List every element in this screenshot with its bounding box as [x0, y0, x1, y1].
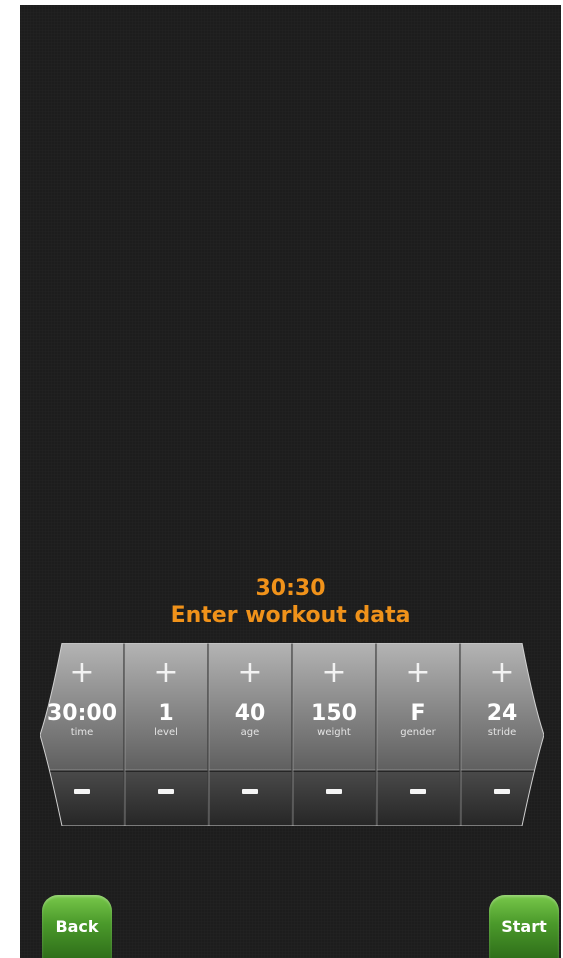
minus-icon	[242, 788, 258, 794]
stride-decrement-button[interactable]	[460, 771, 544, 811]
plus-icon: +	[69, 654, 95, 690]
stride-value: 24	[486, 701, 518, 726]
level-decrement-button[interactable]	[124, 771, 208, 811]
field-gender: + F gender	[376, 643, 460, 826]
field-stride: + 24 stride	[460, 643, 544, 826]
plus-icon: +	[321, 654, 347, 690]
stride-label: stride	[487, 727, 517, 738]
age-increment-button[interactable]: +	[208, 651, 292, 693]
gender-decrement-button[interactable]	[376, 771, 460, 811]
field-age: + 40 age	[208, 643, 292, 826]
weight-decrement-button[interactable]	[292, 771, 376, 811]
minus-icon	[410, 788, 426, 794]
level-value: 1	[158, 701, 174, 726]
field-time: + 30:00 time	[40, 643, 124, 826]
elapsed-time: 30:30	[255, 576, 326, 601]
gender-value: F	[410, 701, 426, 726]
workout-screen: 30:30 Enter workout data + 30:00 time + …	[20, 5, 561, 958]
start-button[interactable]: Start	[489, 895, 559, 958]
weight-increment-button[interactable]: +	[292, 651, 376, 693]
plus-icon: +	[153, 654, 179, 690]
field-columns: + 30:00 time + 1 level + 40 age + 150 we…	[40, 643, 544, 826]
level-label: level	[154, 727, 178, 738]
weight-value: 150	[311, 701, 357, 726]
level-increment-button[interactable]: +	[124, 651, 208, 693]
minus-icon	[326, 788, 342, 794]
age-label: age	[240, 727, 260, 738]
time-value: 30:00	[46, 701, 118, 726]
back-button[interactable]: Back	[42, 895, 112, 958]
minus-icon	[494, 788, 510, 794]
plus-icon: +	[489, 654, 515, 690]
time-decrement-button[interactable]	[40, 771, 124, 811]
gender-label: gender	[400, 727, 436, 738]
age-decrement-button[interactable]	[208, 771, 292, 811]
field-level: + 1 level	[124, 643, 208, 826]
weight-label: weight	[317, 727, 351, 738]
page-title: Enter workout data	[170, 603, 411, 628]
gender-increment-button[interactable]: +	[376, 651, 460, 693]
plus-icon: +	[405, 654, 431, 690]
minus-icon	[74, 788, 90, 794]
field-weight: + 150 weight	[292, 643, 376, 826]
minus-icon	[158, 788, 174, 794]
plus-icon: +	[237, 654, 263, 690]
age-value: 40	[234, 701, 266, 726]
header: 30:30 Enter workout data	[20, 576, 561, 630]
workout-data-panel: + 30:00 time + 1 level + 40 age + 150 we…	[40, 643, 544, 826]
stride-increment-button[interactable]: +	[460, 651, 544, 693]
time-increment-button[interactable]: +	[40, 651, 124, 693]
time-label: time	[70, 727, 94, 738]
